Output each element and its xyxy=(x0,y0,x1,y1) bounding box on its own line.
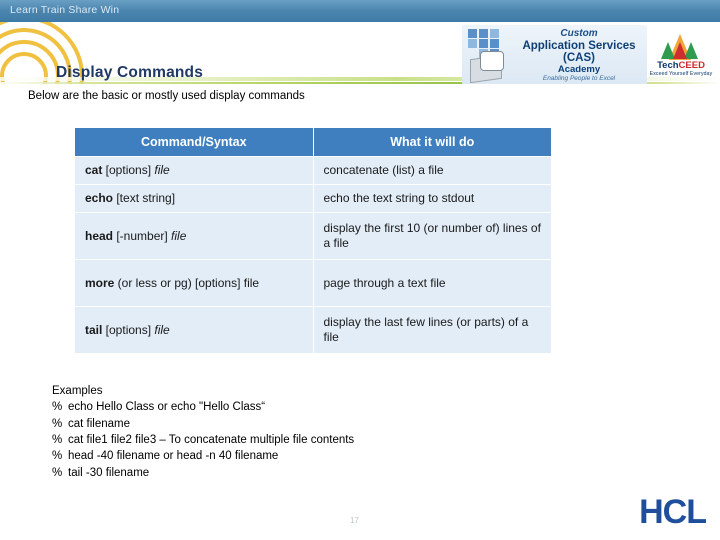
shell-prompt: % xyxy=(52,401,63,414)
cas-logo-line5: Enabling People to Excel xyxy=(542,74,616,82)
example-text: cat file1 file2 file3 – To concatenate m… xyxy=(68,433,355,446)
syntax-options: [-number] xyxy=(113,228,172,243)
cell-syntax: head [-number] file xyxy=(74,212,314,260)
syntax-options: [text string] xyxy=(113,191,176,205)
cas-logo-line2: Application Services xyxy=(522,39,636,52)
cell-syntax: echo [text string] xyxy=(74,184,314,213)
examples-heading: Examples xyxy=(52,385,103,397)
cas-logo-text: Custom Application Services (CAS) Academ… xyxy=(514,28,644,82)
table-row: head [-number] file display the first 10… xyxy=(74,212,552,260)
techceed-tagline: Exceed Yourself Everyday xyxy=(649,71,713,77)
examples-block: Examples % echo Hello Class or echo "Hell… xyxy=(52,383,354,481)
syntax-command: echo xyxy=(85,191,114,205)
table-row: more (or less or pg) [options] file page… xyxy=(74,259,552,307)
cas-academy-logo: Custom Application Services (CAS) Academ… xyxy=(462,25,647,84)
example-text: cat filename xyxy=(68,417,131,430)
syntax-options: [options] xyxy=(102,163,155,177)
column-header-what-it-will-do: What it will do xyxy=(312,127,552,157)
syntax-command: head xyxy=(85,228,114,243)
example-text: echo Hello Class or echo "Hello Class“ xyxy=(68,401,266,414)
cas-logo-line4: Academy xyxy=(557,63,601,75)
page-number: 17 xyxy=(350,516,359,525)
display-commands-table: Command/Syntax What it will do cat [opti… xyxy=(74,127,552,354)
shell-prompt: % xyxy=(52,417,63,430)
example-text: head -40 filename or head -n 40 filename xyxy=(68,450,279,463)
syntax-file: file xyxy=(171,228,187,243)
syntax-options: [options] xyxy=(102,322,155,337)
cell-description: echo the text string to stdout xyxy=(312,184,552,213)
cell-syntax: more (or less or pg) [options] file xyxy=(74,259,314,307)
column-header-command-syntax: Command/Syntax xyxy=(74,127,314,157)
hcl-logo-text: HCL xyxy=(639,493,707,531)
example-line: % echo Hello Class or echo "Hello Class“ xyxy=(52,399,354,415)
example-line: % head -40 filename or head -n 40 filenam… xyxy=(52,448,354,464)
page-title: Display Commands xyxy=(56,64,204,81)
syntax-file: file xyxy=(154,322,170,337)
techceed-name: TechCEED xyxy=(648,60,714,71)
intro-text: Below are the basic or mostly used displ… xyxy=(28,90,305,102)
techceed-logo: TechCEED Exceed Yourself Everyday xyxy=(648,30,714,82)
shell-prompt: % xyxy=(52,450,63,463)
example-line: % cat file1 file2 file3 – To concatenate … xyxy=(52,432,354,448)
syntax-command: tail xyxy=(85,322,103,337)
example-text: tail -30 filename xyxy=(68,466,150,479)
techceed-mark-icon xyxy=(660,30,700,60)
syntax-command: more xyxy=(85,275,115,290)
cell-description: display the first 10 (or number of) line… xyxy=(312,212,552,260)
hcl-logo: HCL xyxy=(639,493,707,532)
cell-syntax: cat [options] file xyxy=(74,156,314,185)
cell-description: page through a text file xyxy=(312,259,552,307)
cas-logo-line3: (CAS) xyxy=(563,52,595,65)
example-line: % cat filename xyxy=(52,416,354,432)
techceed-name-part2: CEED xyxy=(678,60,705,71)
shell-prompt: % xyxy=(52,466,63,479)
cell-description: concatenate (list) a file xyxy=(312,156,552,185)
syntax-command: cat xyxy=(85,163,103,177)
techceed-name-part1: Tech xyxy=(657,60,679,71)
example-line: % tail -30 filename xyxy=(52,465,354,481)
cell-syntax: tail [options] file xyxy=(74,306,314,354)
slide-header: Display Commands Custom Application Serv… xyxy=(0,22,720,84)
syntax-file: file xyxy=(154,163,170,177)
table-row: tail [options] file display the last few… xyxy=(74,306,552,354)
cas-book-icon xyxy=(470,51,512,84)
top-banner: Learn Train Share Win xyxy=(0,0,720,22)
top-banner-text: Learn Train Share Win xyxy=(10,4,120,16)
cas-logo-line1: Custom xyxy=(560,28,598,39)
table-row: cat [options] file concatenate (list) a … xyxy=(74,156,552,185)
table-row: echo [text string] echo the text string … xyxy=(74,184,552,213)
syntax-options: (or less or pg) [options] file xyxy=(114,275,260,290)
cell-description: display the last few lines (or parts) of… xyxy=(312,306,552,354)
table-header-row: Command/Syntax What it will do xyxy=(74,127,552,157)
shell-prompt: % xyxy=(52,433,63,446)
